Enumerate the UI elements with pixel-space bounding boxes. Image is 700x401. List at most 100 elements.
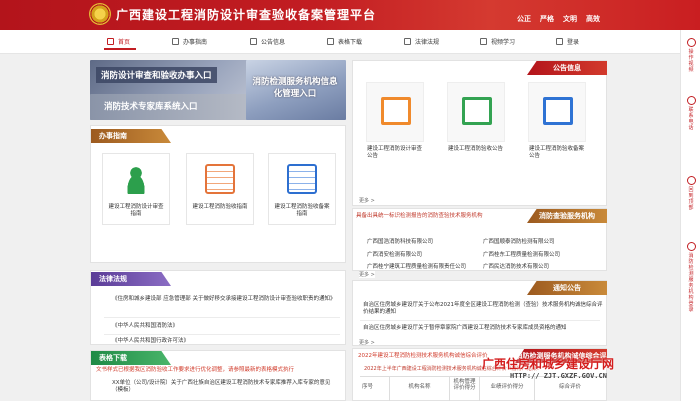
guide-card-filing[interactable]: 建设工程消防验收备案指南 xyxy=(268,153,336,225)
watermark-title: 广西住房和城乡建设厅网 xyxy=(482,357,615,371)
table-header-cell: 序号 xyxy=(360,377,390,401)
header-bar: 广西建设工程消防设计审查验收备案管理平台 公正 严格 文明 高效 xyxy=(0,0,700,30)
sidebar-label: 操作视频 xyxy=(688,49,694,73)
nav-home[interactable]: 首页 xyxy=(107,37,130,46)
announcement-label[interactable]: 建设工程消防设计审查公告 xyxy=(367,146,425,160)
nav-guide[interactable]: 办事指南 xyxy=(172,37,207,46)
agency-item[interactable]: 广西桂东工程质量检测有限公司 xyxy=(483,250,560,258)
notice-link[interactable]: 自治区住房城乡建设厅关于公布2021年度全区建设工程消防检测（查验）技术服务机构… xyxy=(363,302,603,316)
agencies-subtitle: 具备出具统一标识检测报告的消防查验技术服务机构 xyxy=(356,213,483,219)
blue-book-icon xyxy=(543,97,573,125)
nav-laws[interactable]: 法律法规 xyxy=(404,37,439,46)
nav-label: 视频学习 xyxy=(491,39,516,46)
slogan-word: 公正 xyxy=(517,15,531,23)
download-link[interactable]: XX单位（公司/设计院）关于广西壮族自治区建设工程消防技术专家库推荐入库专家的意… xyxy=(112,380,337,394)
guide-card-design[interactable]: 建设工程消防设计审查指南 xyxy=(102,153,170,225)
testing-agency-label: 消防检测服务机构信息化管理入口 xyxy=(252,77,338,99)
table-header-cell: 综合评价 xyxy=(558,384,581,390)
login-icon xyxy=(686,242,696,251)
expert-library-banner[interactable]: 消防技术专家库系统入口 xyxy=(90,94,255,120)
play-icon xyxy=(686,38,696,47)
nav-label: 法律法规 xyxy=(415,39,440,46)
guide-section-title: 办事指南 xyxy=(91,129,171,143)
announcements-section-title: 公告信息 xyxy=(527,61,607,75)
notice-link[interactable]: 自治区住房城乡建设厅关于暂停章家院广西建设工程消防技术专家库成员资格的通知 xyxy=(363,325,603,332)
slogan-word: 严格 xyxy=(540,15,554,23)
reviewer-icon xyxy=(121,164,151,194)
agencies-more-link[interactable]: 更多 > xyxy=(359,271,375,278)
guide-card-acceptance[interactable]: 建设工程消防验收指南 xyxy=(186,153,254,225)
agency-item[interactable]: 广西桂宁建筑工程质量检测有限责任公司 xyxy=(367,262,466,270)
slogan: 公正 严格 文明 高效 xyxy=(517,14,600,24)
book-icon xyxy=(172,38,179,45)
law-link[interactable]: 《中华人民共和国消防法》 xyxy=(112,323,332,330)
divider xyxy=(104,334,340,335)
law-link[interactable]: 《住房和城乡建设部 应急管理部 关于做好移交承接建设工程消防设计审查验收职责的通… xyxy=(112,296,337,303)
orange-book-icon xyxy=(381,97,411,125)
nav-label: 表格下载 xyxy=(338,39,363,46)
agency-item[interactable]: 广西消安检测有限公司 xyxy=(367,250,422,258)
notices-section-title: 通知公告 xyxy=(527,281,607,295)
nav-label: 办事指南 xyxy=(183,39,208,46)
nav-label: 公告信息 xyxy=(261,39,286,46)
notice-icon xyxy=(250,38,257,45)
divider xyxy=(360,320,600,321)
slogan-word: 高效 xyxy=(586,15,600,23)
sidebar-label: 回到顶部 xyxy=(688,187,694,211)
agency-item[interactable]: 广西民达消防技术有限公司 xyxy=(483,262,549,270)
table-header-cell: 业绩评价得分 xyxy=(480,377,535,401)
sidebar-label: 消防检测服务机构登录 xyxy=(688,253,694,313)
main-nav: 首页 办事指南 公告信息 表格下载 法律法规 视频学习 登录 xyxy=(0,30,700,54)
nav-label: 登录 xyxy=(567,39,580,46)
testing-agency-banner[interactable]: 消防检测服务机构信息化管理入口 xyxy=(246,60,346,120)
table-icon xyxy=(327,38,334,45)
downloads-section-title: 表格下载 xyxy=(91,351,171,365)
phone-icon xyxy=(686,96,696,105)
nav-label: 首页 xyxy=(118,39,131,46)
nav-login[interactable]: 登录 xyxy=(556,37,579,46)
law-link[interactable]: 《中华人民共和国行政许可法》 xyxy=(112,338,332,345)
agency-item[interactable]: 广西国浩消防科技有限公司 xyxy=(367,237,433,245)
agency-item[interactable]: 广西国顺泰消防检测有限公司 xyxy=(483,237,555,245)
announcement-tile[interactable] xyxy=(528,82,586,142)
verify-icon xyxy=(287,164,317,194)
checklist-icon xyxy=(205,164,235,194)
table-header-cell: 机构名称 xyxy=(390,377,450,401)
nav-active-indicator xyxy=(104,48,136,50)
announcement-tile[interactable] xyxy=(447,82,505,142)
site-title: 广西建设工程消防设计审查验收备案管理平台 xyxy=(116,8,377,22)
nav-downloads[interactable]: 表格下载 xyxy=(327,37,362,46)
green-book-icon xyxy=(462,97,492,125)
national-emblem-icon xyxy=(89,3,111,25)
sidebar-videos[interactable]: 操作视频 xyxy=(681,38,700,73)
laws-section-title: 法律法规 xyxy=(91,272,171,286)
agencies-section-title: 消防查验服务机构 xyxy=(527,209,607,223)
guide-card-label: 建设工程消防设计审查指南 xyxy=(108,204,164,217)
arrow-up-icon xyxy=(686,176,696,185)
guide-card-label: 建设工程消防验收指南 xyxy=(192,204,248,210)
nav-announcements[interactable]: 公告信息 xyxy=(250,37,285,46)
expert-library-label: 消防技术专家库系统入口 xyxy=(104,102,198,112)
announcement-label[interactable]: 建设工程消防验收备案公告 xyxy=(529,146,587,160)
nav-videos[interactable]: 视频学习 xyxy=(480,37,515,46)
home-icon xyxy=(107,38,114,45)
sidebar-agency-login[interactable]: 消防检测服务机构登录 xyxy=(681,242,700,313)
guide-card-label: 建设工程消防验收备案指南 xyxy=(274,204,330,217)
scale-icon xyxy=(404,38,411,45)
downloads-notice: 文书样式已根据我区消防验收工作要求进行优化调整，请参照最新的表格模式执行 xyxy=(96,367,295,373)
user-icon xyxy=(556,38,563,45)
divider xyxy=(104,317,340,318)
sidebar-phone[interactable]: 联系电话 xyxy=(681,96,700,131)
video-icon xyxy=(480,38,487,45)
sidebar-back-to-top[interactable]: 回到顶部 xyxy=(681,176,700,211)
sidebar-label: 联系电话 xyxy=(688,107,694,131)
design-review-entry-label: 消防设计审查和验收办事入口 xyxy=(96,67,217,83)
watermark-url: HTTP:// ZJT.GXZF.GOV.CN xyxy=(510,372,607,380)
table-header-cell: 机构管理评价得分 xyxy=(450,377,480,401)
announcement-tile[interactable] xyxy=(366,82,424,142)
announcements-more-link[interactable]: 更多 > xyxy=(359,197,375,204)
right-sidebar: 操作视频 联系电话 回到顶部 消防检测服务机构登录 xyxy=(680,30,700,401)
notices-more-link[interactable]: 更多 > xyxy=(359,339,375,346)
slogan-word: 文明 xyxy=(563,15,577,23)
announcement-label[interactable]: 建设工程消防验收公告 xyxy=(448,146,506,153)
